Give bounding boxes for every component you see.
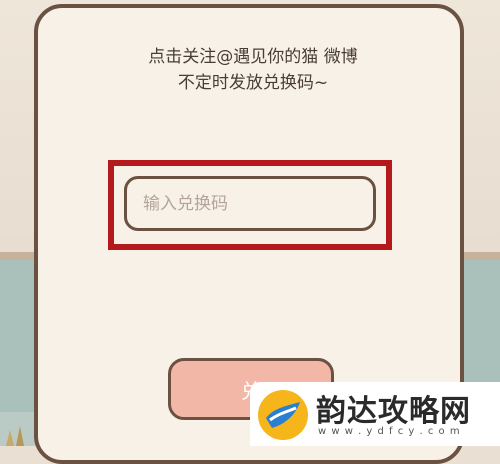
notice-line-2: 不定时发放兑换码~ — [177, 73, 329, 93]
site-watermark: 韵达攻略网 w w w . y d f c y . c o m — [250, 382, 500, 446]
site-logo-icon — [258, 390, 308, 440]
weibo-notice: 点击关注@遇见你的猫 微博 不定时发放兑换码~ — [38, 44, 468, 96]
site-title: 韵达攻略网 — [316, 394, 471, 429]
plant-decoration — [6, 426, 24, 446]
notice-line-1: 点击关注@遇见你的猫 微博 — [148, 47, 358, 67]
site-url: w w w . y d f c y . c o m — [318, 426, 461, 437]
redeem-code-input[interactable] — [124, 176, 376, 231]
